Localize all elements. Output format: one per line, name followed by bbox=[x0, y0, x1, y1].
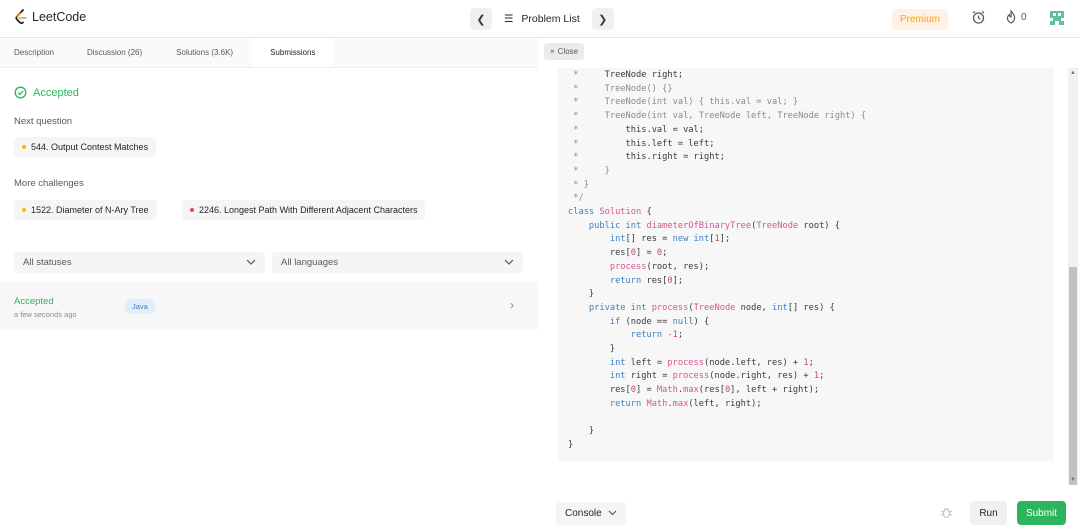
difficulty-dot bbox=[22, 208, 26, 212]
fire-icon bbox=[1006, 10, 1016, 24]
tab-bar: Description Discussion (26) Solutions (3… bbox=[0, 38, 538, 68]
run-button[interactable]: Run bbox=[970, 501, 1007, 525]
submission-status: Accepted bbox=[14, 296, 54, 307]
list-icon: ☰ bbox=[504, 13, 514, 25]
scroll-thumb[interactable] bbox=[1069, 267, 1077, 485]
language-filter-value: All languages bbox=[281, 257, 339, 268]
streak-counter[interactable]: 0 bbox=[1005, 10, 1027, 24]
challenge-chip[interactable]: 1522. Diameter of N-Ary Tree bbox=[14, 200, 157, 220]
solution-code: * TreeNode right; * TreeNode() {} * Tree… bbox=[568, 70, 867, 450]
code-scrollbar[interactable]: ▲ ▼ bbox=[1068, 68, 1078, 485]
challenge-title: 1522. Diameter of N-Ary Tree bbox=[31, 205, 149, 215]
console-label: Console bbox=[565, 508, 602, 519]
next-question-label: Next question bbox=[14, 116, 73, 127]
scroll-down-arrow[interactable]: ▼ bbox=[1070, 477, 1076, 483]
status-filter-select[interactable]: All statuses bbox=[14, 252, 265, 273]
tab-discussion[interactable]: Discussion (26) bbox=[68, 38, 156, 67]
chevron-left-icon: ❮ bbox=[476, 13, 486, 26]
submission-language-badge: Java bbox=[124, 299, 156, 314]
avatar-icon bbox=[1050, 11, 1064, 25]
problem-navigation: ❮ ☰ Problem List ❯ bbox=[470, 8, 614, 30]
challenge-chip[interactable]: 2246. Longest Path With Different Adjace… bbox=[182, 200, 426, 220]
logo-text: LeetCode bbox=[32, 10, 87, 24]
scroll-up-arrow[interactable]: ▲ bbox=[1070, 70, 1076, 76]
next-question-chip[interactable]: 544. Output Contest Matches bbox=[14, 137, 157, 157]
submit-button[interactable]: Submit bbox=[1017, 501, 1066, 525]
leetcode-logo-icon bbox=[15, 9, 27, 25]
code-viewer[interactable]: * TreeNode right; * TreeNode() {} * Tree… bbox=[558, 68, 1054, 461]
alarm-clock-icon[interactable] bbox=[971, 10, 986, 28]
top-navigation-bar: LeetCode ❮ ☰ Problem List ❯ Premium 0 bbox=[0, 0, 1080, 38]
debug-icon[interactable] bbox=[940, 506, 953, 522]
close-button[interactable]: × Close bbox=[544, 43, 585, 60]
streak-count: 0 bbox=[1021, 11, 1027, 23]
user-avatar[interactable] bbox=[1048, 9, 1066, 27]
chevron-down-icon bbox=[246, 257, 256, 268]
left-panel: Description Discussion (26) Solutions (3… bbox=[0, 38, 538, 532]
premium-button[interactable]: Premium bbox=[892, 9, 948, 30]
next-question-title: 544. Output Contest Matches bbox=[31, 142, 149, 152]
submission-row[interactable]: Accepted a few seconds ago Java › bbox=[0, 282, 538, 330]
leetcode-logo[interactable]: LeetCode bbox=[14, 9, 86, 25]
console-button[interactable]: Console bbox=[556, 502, 626, 525]
result-status: Accepted bbox=[14, 86, 79, 99]
chevron-right-icon: › bbox=[510, 298, 514, 312]
tab-description[interactable]: Description bbox=[0, 38, 68, 67]
problem-list-button[interactable]: ☰ Problem List bbox=[498, 8, 586, 30]
status-filter-value: All statuses bbox=[23, 257, 72, 268]
chevron-right-icon: ❯ bbox=[598, 13, 608, 26]
tab-solutions[interactable]: Solutions (3.6K) bbox=[156, 38, 247, 67]
close-icon: × bbox=[550, 47, 555, 56]
chevron-down-icon bbox=[504, 257, 514, 268]
prev-problem-button[interactable]: ❮ bbox=[470, 8, 492, 30]
language-filter-select[interactable]: All languages bbox=[272, 252, 523, 273]
next-problem-button[interactable]: ❯ bbox=[591, 8, 614, 30]
chevron-down-icon bbox=[608, 508, 617, 519]
close-label: Close bbox=[557, 47, 579, 56]
right-panel: × Close * TreeNode right; * TreeNode() {… bbox=[538, 38, 1080, 532]
difficulty-dot bbox=[190, 208, 194, 212]
submission-time: a few seconds ago bbox=[14, 310, 77, 319]
tab-submissions[interactable]: Submissions bbox=[252, 38, 334, 67]
difficulty-dot bbox=[22, 145, 26, 149]
more-challenges-label: More challenges bbox=[14, 178, 84, 189]
check-circle-icon bbox=[14, 86, 27, 99]
problem-list-label: Problem List bbox=[521, 13, 580, 25]
accepted-label: Accepted bbox=[33, 86, 79, 99]
challenge-title: 2246. Longest Path With Different Adjace… bbox=[199, 205, 418, 215]
